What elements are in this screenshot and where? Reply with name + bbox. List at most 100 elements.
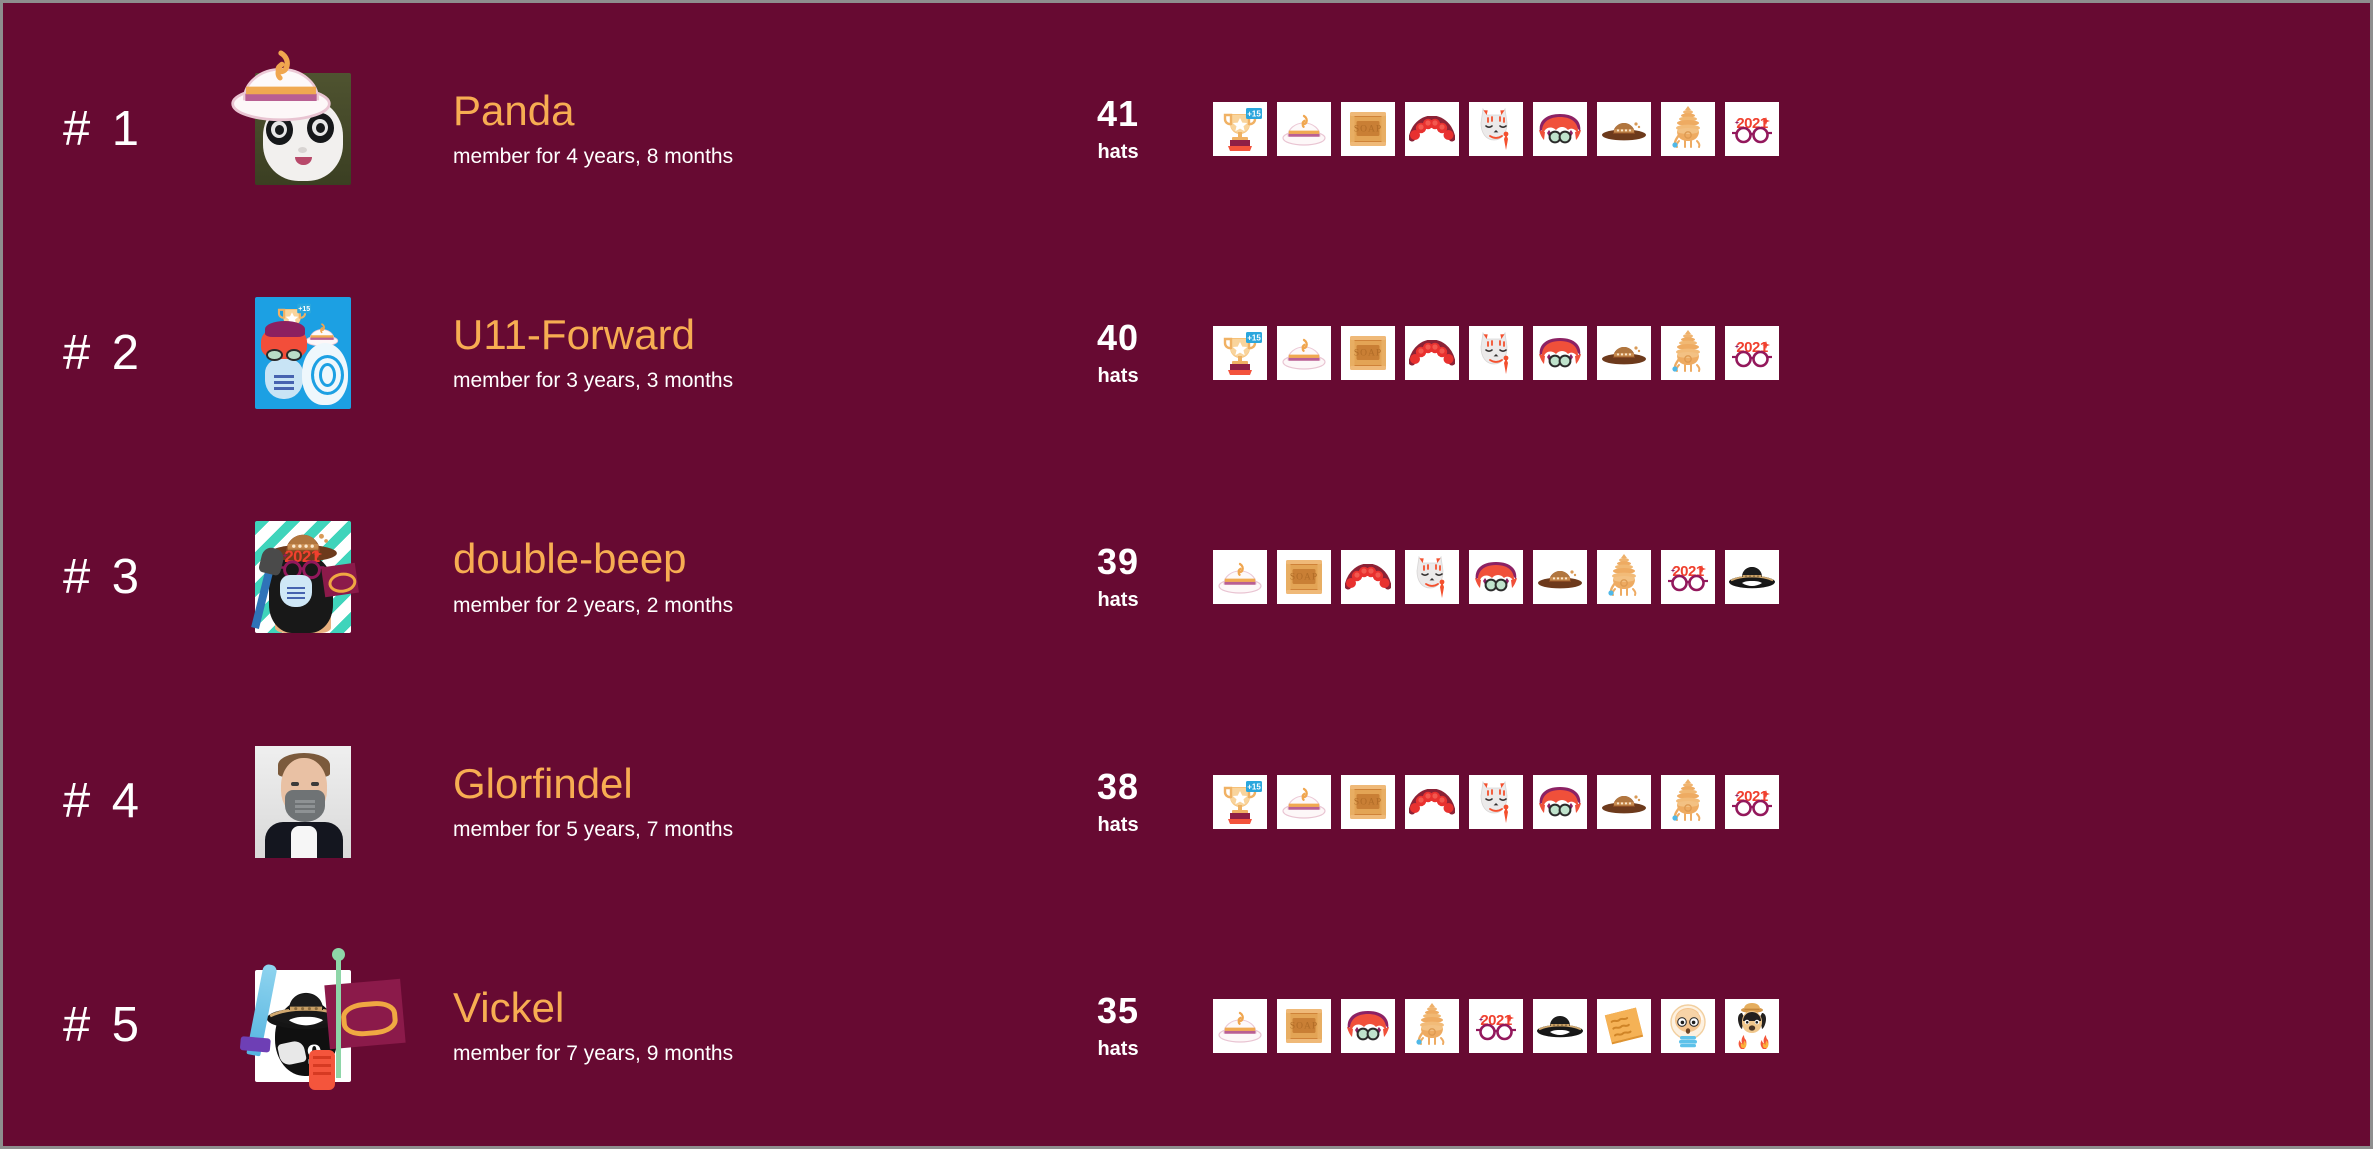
user-info: Panda member for 4 years, 8 months	[403, 88, 1043, 169]
hat-tile[interactable]: SOAP	[1341, 102, 1395, 157]
avatar[interactable]	[203, 50, 403, 186]
soap-crate-icon: SOAP	[1350, 112, 1386, 147]
soap-crate-icon: SOAP	[1346, 332, 1390, 374]
hat-count-number: 38	[1096, 765, 1140, 807]
white-pink-bowler-hat-icon	[1281, 782, 1327, 822]
red-flower-crown-icon	[1409, 788, 1455, 815]
hat-tile[interactable]	[1533, 998, 1587, 1053]
hat-tile[interactable]: SOAP	[1277, 550, 1331, 605]
hat-tile[interactable]: 2021	[1725, 774, 1779, 829]
hat-tile[interactable]: 2021	[1725, 102, 1779, 157]
hat-tile[interactable]	[1533, 326, 1587, 381]
trophy-plus15-icon: +15	[1217, 330, 1263, 376]
hat-tile[interactable]: 2021	[1661, 550, 1715, 605]
hat-tile[interactable]	[1725, 550, 1779, 605]
hat-tile[interactable]: SOAP	[1277, 998, 1331, 1053]
soap-crate-icon: SOAP	[1286, 560, 1322, 595]
hat-strip: +15 SOAP 2021	[1193, 326, 2370, 381]
black-sombrero-icon	[1536, 1012, 1584, 1040]
rank-label: # 2	[62, 325, 144, 380]
hat-tile[interactable]	[1341, 550, 1395, 605]
username-link[interactable]: U11-Forward	[453, 313, 1043, 357]
red-purple-hair-goggles-icon	[1536, 336, 1584, 370]
hat-tile[interactable]: SOAP	[1341, 774, 1395, 829]
svg-text:+15: +15	[1247, 109, 1261, 118]
hat-strip: +15 SOAP 2021	[1193, 102, 2370, 157]
orange-pagoda-hat-icon	[1672, 330, 1701, 373]
avatar[interactable]: 9	[203, 947, 406, 1090]
avatar-image	[255, 745, 351, 858]
username-link[interactable]: Panda	[453, 88, 1043, 133]
leaderboard-row: # 2 +15 U11-Forward member for 3 years, …	[3, 263, 2370, 443]
orange-sticky-note-icon	[1603, 1005, 1645, 1047]
soap-crate-icon: SOAP	[1286, 1008, 1322, 1043]
avatar[interactable]: +15	[203, 297, 403, 410]
hat-tile[interactable]	[1469, 102, 1523, 157]
hat-tile[interactable]	[1661, 774, 1715, 829]
hat-tile[interactable]	[1469, 326, 1523, 381]
white-pink-bowler-hat-icon	[1282, 339, 1326, 370]
hat-tile[interactable]	[1597, 550, 1651, 605]
hat-tile[interactable]	[1405, 774, 1459, 829]
dog-with-fire-icon	[1738, 1002, 1769, 1049]
hat-tile[interactable]	[1533, 774, 1587, 829]
red-purple-hair-goggles-icon	[1347, 1010, 1389, 1041]
hat-tile[interactable]	[1277, 102, 1331, 157]
hat-tile[interactable]	[1469, 774, 1523, 829]
username-link[interactable]: double-beep	[453, 537, 1043, 581]
hat-tile[interactable]	[1661, 102, 1715, 157]
hat-tile[interactable]	[1725, 998, 1779, 1053]
avatar[interactable]	[203, 745, 403, 858]
hat-tile[interactable]	[1405, 102, 1459, 157]
hat-tile[interactable]	[1405, 326, 1459, 381]
hat-tile[interactable]	[1597, 774, 1651, 829]
avatar[interactable]: 2021	[203, 521, 403, 634]
hat-count-label: hats	[1097, 365, 1139, 388]
new-year-2021-glasses-icon: 2021	[1473, 1010, 1519, 1042]
brown-sun-hat-icon	[1602, 346, 1646, 365]
red-flower-crown-icon	[1409, 340, 1455, 366]
hat-tile[interactable]	[1597, 998, 1651, 1053]
hat-tile[interactable]	[1405, 550, 1459, 605]
hat-tile[interactable]	[1405, 998, 1459, 1053]
svg-text:+15: +15	[1247, 782, 1261, 791]
hat-tile[interactable]	[1597, 326, 1651, 381]
username-link[interactable]: Glorfindel	[453, 761, 1043, 806]
hat-tile[interactable]: +15	[1213, 326, 1267, 381]
hat-tile[interactable]	[1213, 550, 1267, 605]
username-link[interactable]: Vickel	[453, 985, 1043, 1030]
hat-tile[interactable]: 2021	[1725, 326, 1779, 381]
hat-tile[interactable]	[1277, 326, 1331, 381]
hat-tile[interactable]	[1661, 326, 1715, 381]
hat-tile[interactable]	[1533, 550, 1587, 605]
kitsune-fox-mask-icon	[1416, 556, 1445, 599]
svg-text:SOAP: SOAP	[1290, 1021, 1318, 1031]
red-purple-hair-goggles-icon	[1539, 338, 1581, 368]
hat-tile[interactable]: SOAP	[1341, 326, 1395, 381]
new-year-2021-glasses-icon: 2021	[1665, 561, 1711, 593]
hat-tile[interactable]	[1213, 998, 1267, 1053]
red-flower-crown-icon	[1409, 788, 1455, 815]
hat-count-number: 41	[1096, 93, 1140, 135]
hat-tile[interactable]	[1341, 998, 1395, 1053]
membership-duration: member for 2 years, 2 months	[453, 593, 734, 617]
hat-tile[interactable]	[1661, 998, 1715, 1053]
soap-crate-icon: SOAP	[1350, 784, 1386, 819]
hat-count-label: hats	[1097, 813, 1139, 836]
hat-tile[interactable]	[1469, 550, 1523, 605]
hat-tile[interactable]: +15	[1213, 774, 1267, 829]
hat-strip: SOAP 2021	[1193, 998, 2370, 1053]
membership-duration: member for 4 years, 8 months	[453, 145, 734, 169]
white-pink-bowler-hat-icon	[1282, 787, 1326, 819]
orange-pagoda-hat-icon	[1671, 105, 1705, 153]
red-purple-hair-goggles-icon	[1539, 114, 1581, 144]
hat-tile[interactable]	[1533, 102, 1587, 157]
hat-tile[interactable]: +15	[1213, 102, 1267, 157]
hat-tile[interactable]: 2021	[1469, 998, 1523, 1053]
red-purple-hair-goggles-icon	[1536, 112, 1584, 146]
soap-crate-icon: SOAP	[1282, 556, 1326, 598]
hat-tile[interactable]	[1277, 774, 1331, 829]
hat-tile[interactable]	[1597, 102, 1651, 157]
new-year-2021-glasses-icon: 2021	[1729, 786, 1775, 818]
rank-label: # 3	[62, 549, 144, 604]
